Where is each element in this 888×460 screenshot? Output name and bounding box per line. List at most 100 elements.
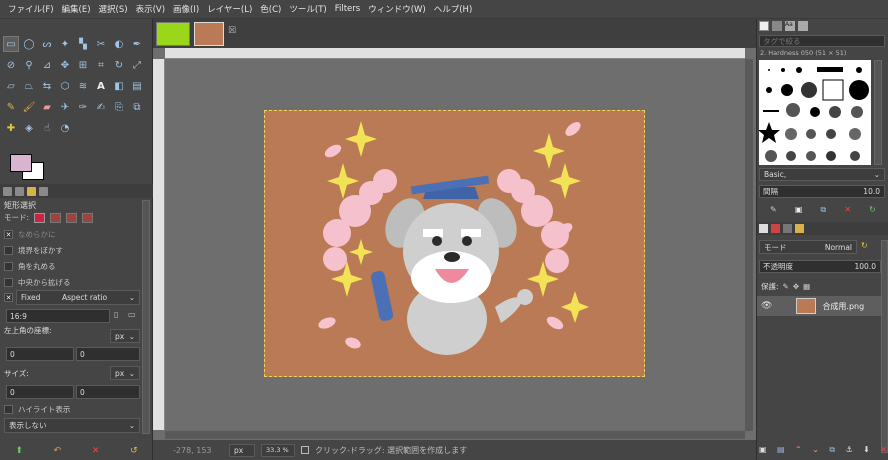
menu-file[interactable]: ファイル(F) [4, 3, 58, 15]
aspect-ratio-input[interactable]: 16:9 [6, 309, 110, 323]
mode-add-icon[interactable] [50, 212, 62, 223]
color-select-tool-icon[interactable]: ▚ [75, 36, 91, 52]
eraser-tool-icon[interactable]: ▰ [39, 99, 55, 115]
landscape-icon[interactable]: ▭ [128, 310, 136, 319]
horizontal-ruler[interactable] [165, 48, 745, 59]
heal-tool-icon[interactable]: ✚ [3, 120, 19, 136]
perspective-clone-tool-icon[interactable]: ⧉ [129, 99, 145, 115]
fg-bg-colors[interactable] [8, 152, 48, 184]
opacity-slider[interactable]: 不透明度 100.0 [759, 260, 881, 273]
mode-replace-icon[interactable] [34, 212, 46, 223]
highlight-checkbox[interactable] [4, 405, 13, 414]
mode-intersect-icon[interactable] [82, 212, 94, 223]
brush-grid[interactable] [758, 60, 871, 165]
spacing-slider[interactable]: 間隔 10.0 [759, 185, 885, 198]
foreground-select-tool-icon[interactable]: ◐ [111, 36, 127, 52]
channels-tab-icon[interactable] [771, 224, 780, 233]
portrait-icon[interactable]: ▯ [114, 310, 118, 319]
undo-tab-icon[interactable] [795, 224, 804, 233]
tag-filter-input[interactable]: タグで絞る [759, 35, 885, 47]
menu-help[interactable]: ヘルプ(H) [430, 3, 477, 15]
shear-tool-icon[interactable]: ▱ [3, 78, 19, 94]
scissors-tool-icon[interactable]: ✂ [93, 36, 109, 52]
brush-grid-scrollbar[interactable] [874, 60, 882, 165]
feather-checkbox[interactable] [4, 246, 13, 255]
bucket-fill-tool-icon[interactable]: ◧ [111, 78, 127, 94]
paintbrush-tool-icon[interactable]: 🖌 [21, 99, 37, 115]
menu-color[interactable]: 色(C) [256, 3, 285, 15]
canvas-vscrollbar[interactable] [745, 59, 753, 431]
airbrush-tool-icon[interactable]: ✈ [57, 99, 73, 115]
new-layer-group-icon[interactable]: ▤ [777, 445, 785, 455]
color-picker-tool-icon[interactable]: ⊘ [3, 57, 19, 73]
foreground-color-swatch[interactable] [10, 154, 32, 172]
save-options-icon[interactable]: ⬆ [15, 446, 23, 456]
paths-tab-icon[interactable] [783, 224, 792, 233]
lock-alpha-icon[interactable]: ▦ [803, 282, 810, 291]
text-tool-icon[interactable]: A [93, 78, 109, 94]
guides-combo[interactable]: 表示しない ⌄ [4, 418, 140, 433]
brushes-tab-icon[interactable] [759, 21, 769, 31]
smudge-tool-icon[interactable]: ☝ [39, 120, 55, 136]
lock-pixels-icon[interactable]: ✎ [783, 282, 789, 291]
layer-name[interactable]: 合成用.png [822, 301, 864, 312]
reset-options-icon[interactable]: ↺ [130, 446, 138, 456]
new-brush-icon[interactable]: ▣ [795, 205, 803, 215]
document-history-tab-icon[interactable] [798, 21, 808, 31]
menu-select[interactable]: 選択(S) [95, 3, 132, 15]
layer-row[interactable]: 👁 合成用.png [757, 296, 881, 316]
brush-preset-combo[interactable]: Basic, ⌄ [759, 168, 885, 181]
blend-tool-icon[interactable]: ▤ [129, 78, 145, 94]
menu-tools[interactable]: ツール(T) [285, 3, 330, 15]
feather-row[interactable]: 境界をぼかす [4, 245, 63, 256]
antialias-row[interactable]: ✕ なめらかに [4, 229, 56, 240]
status-unit-combo[interactable]: px [229, 443, 255, 457]
refresh-brushes-icon[interactable]: ↻ [869, 205, 876, 215]
align-tool-icon[interactable]: ⊞ [75, 57, 91, 73]
crop-tool-icon[interactable]: ⌗ [93, 57, 109, 73]
undo-history-tab-icon[interactable] [27, 186, 36, 196]
menu-windows[interactable]: ウィンドウ(W) [364, 3, 430, 15]
fixed-checkbox[interactable]: ✕ [4, 293, 13, 302]
size-h-input[interactable]: 0 [76, 385, 140, 399]
delete-options-icon[interactable]: ✕ [92, 446, 100, 456]
delete-layer-icon[interactable]: ✕ [880, 445, 887, 455]
highlight-row[interactable]: ハイライト表示 [4, 404, 70, 415]
fonts-tab-icon[interactable]: Aa [785, 21, 795, 31]
fuzzy-select-tool-icon[interactable]: ✦ [57, 36, 73, 52]
rect-select-tool-icon[interactable]: ▭ [3, 36, 19, 52]
menu-filters[interactable]: Filters [331, 4, 364, 14]
lock-position-icon[interactable]: ✥ [793, 282, 799, 291]
position-x-input[interactable]: 0 [6, 347, 74, 361]
position-y-input[interactable]: 0 [76, 347, 140, 361]
images-tab-icon[interactable] [39, 186, 48, 196]
rounded-checkbox[interactable] [4, 262, 13, 271]
layers-tab-icon[interactable] [759, 224, 768, 233]
visibility-eye-icon[interactable]: 👁 [761, 301, 772, 311]
zoom-tool-icon[interactable]: ⚲ [21, 57, 37, 73]
lower-layer-icon[interactable]: ⌄ [812, 445, 819, 455]
ellipse-select-tool-icon[interactable]: ◯ [21, 36, 37, 52]
blur-tool-icon[interactable]: ◈ [21, 120, 37, 136]
mode-reset-icon[interactable]: ↻ [861, 241, 868, 250]
ink-tool-icon[interactable]: ✑ [75, 99, 91, 115]
restore-options-icon[interactable]: ↶ [54, 446, 62, 456]
expand-checkbox[interactable] [4, 278, 13, 287]
canvas-hscrollbar[interactable] [165, 431, 745, 439]
image-tab-1-thumbnail[interactable] [156, 22, 190, 46]
raise-layer-icon[interactable]: ⌃ [795, 445, 802, 455]
clone-tool-icon[interactable]: ⎘ [111, 99, 127, 115]
new-layer-icon[interactable]: ▣ [759, 445, 767, 455]
rotate-tool-icon[interactable]: ↻ [111, 57, 127, 73]
size-w-input[interactable]: 0 [6, 385, 74, 399]
position-unit-combo[interactable]: px ⌄ [110, 329, 140, 343]
menu-view[interactable]: 表示(V) [132, 3, 169, 15]
size-unit-combo[interactable]: px ⌄ [110, 366, 140, 380]
layers-scrollbar[interactable] [881, 240, 888, 453]
scale-tool-icon[interactable]: ⤢ [129, 57, 145, 73]
anchor-layer-icon[interactable]: ⚓ [846, 445, 853, 455]
duplicate-layer-icon[interactable]: ⧉ [829, 445, 835, 455]
free-select-tool-icon[interactable]: ᔕ [39, 36, 55, 52]
expand-row[interactable]: 中央から拡げる [4, 277, 71, 288]
duplicate-brush-icon[interactable]: ⧉ [821, 205, 827, 215]
